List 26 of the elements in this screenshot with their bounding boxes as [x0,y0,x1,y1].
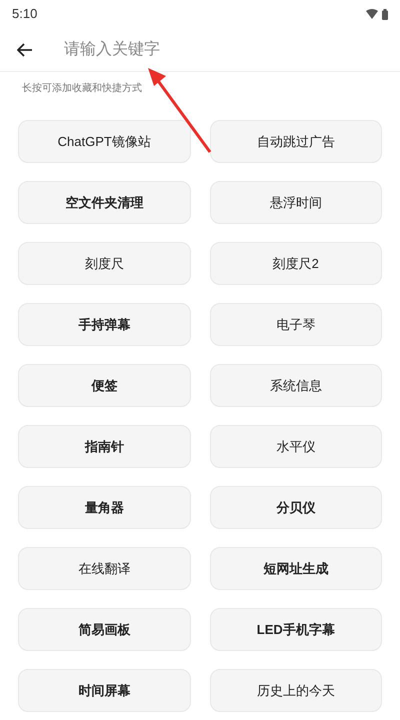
tool-button[interactable]: 刻度尺2 [210,242,382,285]
tool-button[interactable]: 量角器 [18,486,190,529]
tool-button[interactable]: 电子琴 [210,303,382,346]
tool-button[interactable]: 时间屏幕 [18,669,190,712]
hint-text: 长按可添加收藏和快捷方式 [21,82,143,96]
tool-button[interactable]: ChatGPT镜像站 [18,120,190,163]
tool-button[interactable]: 系统信息 [210,364,382,407]
tool-button[interactable]: 分贝仪 [210,486,382,529]
tool-button[interactable]: 在线翻译 [18,547,190,590]
tool-button[interactable]: 空文件夹清理 [18,181,190,224]
tool-button[interactable]: LED手机字幕 [210,608,382,651]
tool-button[interactable]: 历史上的今天 [210,669,382,712]
search-field[interactable]: 请输入关键字 [64,32,400,68]
status-time: 5:10 [12,5,38,24]
tool-button[interactable]: 自动跳过广告 [210,120,382,163]
tool-button[interactable]: 指南针 [18,425,190,468]
tool-button[interactable]: 悬浮时间 [210,181,382,224]
tool-button[interactable]: 刻度尺 [18,242,190,285]
battery-icon [382,8,388,20]
wifi-icon [366,9,378,19]
tool-button[interactable]: 手持弹幕 [18,303,190,346]
tool-button[interactable]: 简易画板 [18,608,190,651]
back-arrow-icon [17,42,33,56]
tool-button[interactable]: 便签 [18,364,190,407]
tool-button[interactable]: 水平仪 [210,425,382,468]
tool-button[interactable]: 短网址生成 [210,547,382,590]
